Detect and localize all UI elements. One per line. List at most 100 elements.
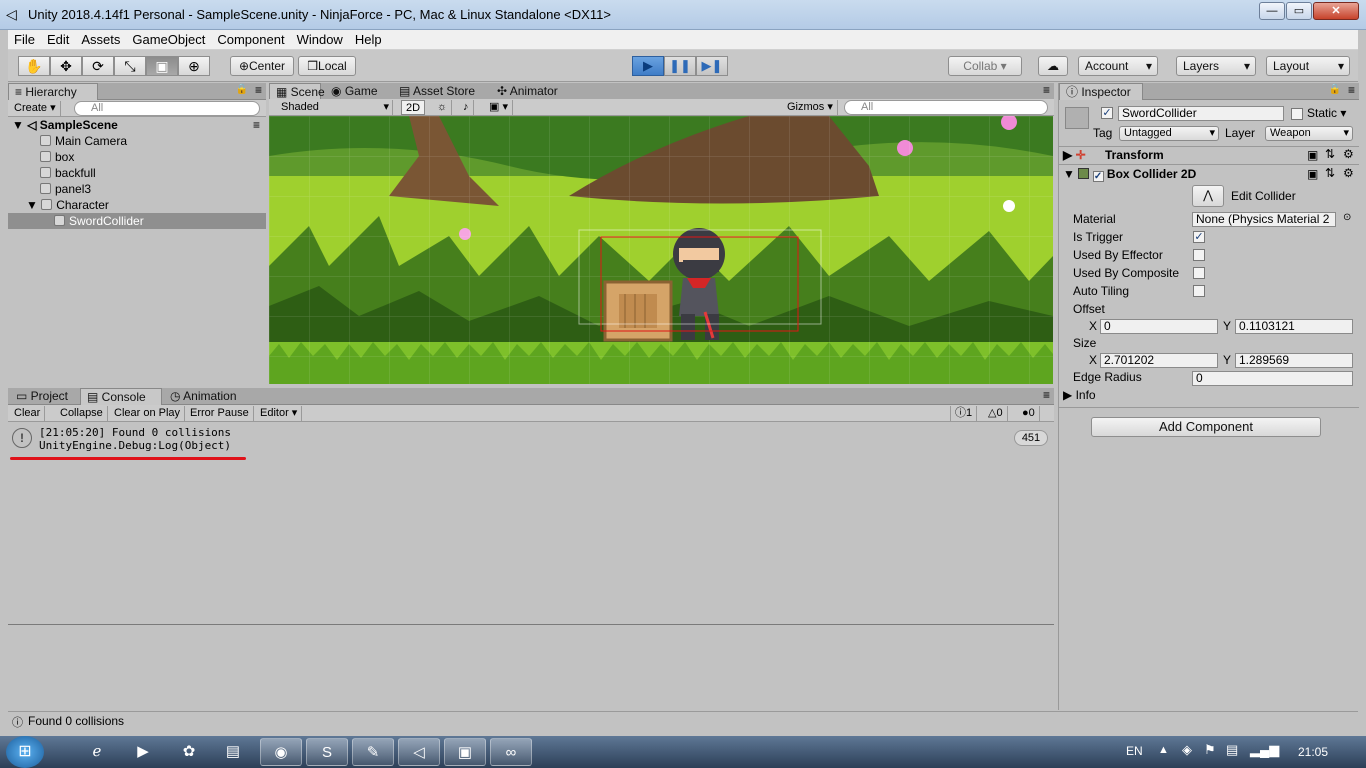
scene-view[interactable] bbox=[269, 116, 1053, 384]
material-field[interactable]: None (Physics Material 2 bbox=[1192, 212, 1336, 227]
console-splitter[interactable] bbox=[8, 624, 1054, 625]
used-by-composite-checkbox[interactable] bbox=[1193, 267, 1205, 279]
cloud-icon[interactable]: ☁ bbox=[1038, 56, 1068, 76]
collab-dropdown[interactable]: Collab ▾ bbox=[948, 56, 1022, 76]
hierarchy-item[interactable]: panel3 bbox=[8, 181, 266, 197]
editor-dropdown[interactable]: Editor ▾ bbox=[256, 406, 303, 421]
account-dropdown[interactable]: Account ▾ bbox=[1078, 56, 1158, 76]
app-icon[interactable]: ✿ bbox=[168, 738, 210, 766]
offset-y-field[interactable]: 0.1103121 bbox=[1235, 319, 1353, 334]
error-filter-toggle[interactable]: ●0 bbox=[1018, 406, 1040, 421]
console-log-entry[interactable]: ! [21:05:20] Found 0 collisions UnityEng… bbox=[8, 423, 1054, 457]
tab-animation[interactable]: ◷ Animation bbox=[164, 388, 243, 405]
status-bar[interactable]: ⓘ Found 0 collisions bbox=[8, 711, 1358, 729]
info-foldout[interactable]: ▶ Info bbox=[1063, 387, 1096, 404]
tab-console[interactable]: ▤ Console bbox=[80, 388, 162, 405]
layers-dropdown[interactable]: Layers ▾ bbox=[1176, 56, 1256, 76]
audio-toggle-icon[interactable]: ♪ bbox=[459, 100, 474, 115]
object-picker-icon[interactable]: ⊙ bbox=[1343, 212, 1351, 223]
network-icon[interactable]: ▤ bbox=[1226, 742, 1238, 758]
menu-file[interactable]: File bbox=[8, 30, 41, 49]
expand-arrow-icon[interactable]: ▼ bbox=[26, 198, 41, 212]
static-checkbox[interactable] bbox=[1291, 108, 1303, 120]
auto-tiling-checkbox[interactable] bbox=[1193, 285, 1205, 297]
expand-arrow-icon[interactable]: ▼ bbox=[12, 118, 27, 132]
tab-hierarchy[interactable]: ≡ Hierarchy bbox=[8, 83, 98, 100]
layer-dropdown[interactable]: Weapon ▾ bbox=[1265, 126, 1353, 141]
menu-assets[interactable]: Assets bbox=[75, 30, 126, 49]
notepad-icon[interactable]: ✎ bbox=[352, 738, 394, 766]
object-name-field[interactable]: SwordCollider bbox=[1118, 106, 1284, 121]
step-button[interactable]: ▶❚ bbox=[696, 56, 728, 76]
error-pause-button[interactable]: Error Pause bbox=[186, 406, 254, 421]
chrome-icon[interactable]: ◉ bbox=[260, 738, 302, 766]
tab-inspector[interactable]: ⓘ Inspector bbox=[1059, 83, 1143, 100]
flag-icon[interactable]: ⚑ bbox=[1204, 742, 1216, 758]
tab-animator[interactable]: ✣ Animator bbox=[491, 83, 564, 100]
hierarchy-item[interactable]: ▼ Character bbox=[8, 197, 266, 213]
hierarchy-item[interactable]: Main Camera bbox=[8, 133, 266, 149]
clear-on-play-button[interactable]: Clear on Play bbox=[110, 406, 186, 421]
media-player-icon[interactable]: ▶ bbox=[122, 738, 164, 766]
scene-menu-icon[interactable]: ≡ bbox=[253, 117, 260, 133]
enabled-checkbox[interactable]: ✓ bbox=[1092, 171, 1104, 182]
tab-game[interactable]: ◉ Game bbox=[325, 83, 384, 100]
used-by-effector-checkbox[interactable] bbox=[1193, 249, 1205, 261]
gear-icon[interactable]: ⚙ bbox=[1343, 147, 1354, 161]
tab-asset-store[interactable]: ▤ Asset Store bbox=[393, 83, 481, 100]
menu-gameobject[interactable]: GameObject bbox=[126, 30, 211, 49]
create-dropdown[interactable]: Create ▾ bbox=[10, 101, 61, 116]
offset-y-label[interactable]: Y bbox=[1223, 318, 1231, 335]
play-button[interactable]: ▶ bbox=[632, 56, 664, 76]
size-x-label[interactable]: X bbox=[1089, 352, 1097, 369]
shading-dropdown[interactable]: Shaded ▾ bbox=[277, 100, 393, 115]
tag-dropdown[interactable]: Untagged ▾ bbox=[1119, 126, 1219, 141]
info-filter-toggle[interactable]: ⓘ1 bbox=[950, 406, 978, 421]
box-collider-header[interactable]: ▼ ✓ Box Collider 2D bbox=[1063, 166, 1196, 183]
pivot-center-button[interactable]: ⊕Center bbox=[230, 56, 294, 76]
skype-icon[interactable]: S bbox=[306, 738, 348, 766]
is-trigger-checkbox[interactable]: ✓ bbox=[1193, 231, 1205, 243]
menu-component[interactable]: Component bbox=[211, 30, 290, 49]
menu-help[interactable]: Help bbox=[349, 30, 388, 49]
collapse-button[interactable]: Collapse bbox=[56, 406, 108, 421]
gear-icon[interactable]: ⚙ bbox=[1343, 166, 1354, 180]
clear-button[interactable]: Clear bbox=[10, 406, 46, 421]
transform-component-header[interactable]: ▶ ✛ Transform bbox=[1063, 147, 1164, 164]
ie-icon[interactable]: ℯ bbox=[76, 738, 118, 766]
tab-scene[interactable]: ▦ Scene bbox=[269, 83, 325, 100]
unity-taskbar-icon[interactable]: ◁ bbox=[398, 738, 440, 766]
hand-tool-icon[interactable]: ✋ bbox=[18, 56, 50, 76]
hierarchy-item[interactable]: backfull bbox=[8, 165, 266, 181]
effects-toggle-icon[interactable]: ▣ ▾ bbox=[485, 100, 513, 115]
edit-collider-button[interactable]: ⋀ bbox=[1192, 185, 1224, 207]
preset-icon[interactable]: ⇅ bbox=[1325, 166, 1335, 180]
offset-x-field[interactable]: 0 bbox=[1100, 319, 1218, 334]
move-tool-icon[interactable]: ✥ bbox=[50, 56, 82, 76]
panel-menu-icon[interactable]: ≡ bbox=[255, 83, 262, 97]
close-button[interactable]: ✕ bbox=[1313, 2, 1359, 20]
help-icon[interactable]: ▣ bbox=[1307, 167, 1318, 181]
monitor-icon[interactable]: ▣ bbox=[444, 738, 486, 766]
language-indicator[interactable]: EN bbox=[1126, 744, 1143, 758]
hierarchy-search-input[interactable]: All bbox=[74, 101, 260, 116]
lock-icon[interactable]: 🔒 bbox=[1329, 84, 1341, 95]
dropbox-icon[interactable]: ◈ bbox=[1182, 742, 1192, 758]
gizmos-dropdown[interactable]: Gizmos ▾ bbox=[783, 100, 838, 115]
menu-window[interactable]: Window bbox=[291, 30, 349, 49]
static-label[interactable]: Static ▾ bbox=[1307, 105, 1346, 122]
edge-radius-field[interactable]: 0 bbox=[1192, 371, 1353, 386]
explorer-icon[interactable]: ▤ bbox=[212, 738, 254, 766]
clock-time[interactable]: 21:05 bbox=[1298, 745, 1328, 759]
add-component-button[interactable]: Add Component bbox=[1091, 417, 1321, 437]
offset-x-label[interactable]: X bbox=[1089, 318, 1097, 335]
preset-icon[interactable]: ⇅ bbox=[1325, 147, 1335, 161]
warning-filter-toggle[interactable]: △0 bbox=[984, 406, 1008, 421]
signal-icon[interactable]: ▂▄▆ bbox=[1250, 742, 1279, 758]
tray-arrow-icon[interactable]: ▲ bbox=[1158, 744, 1169, 756]
active-checkbox[interactable]: ✓ bbox=[1101, 107, 1113, 119]
hierarchy-item-selected[interactable]: SwordCollider bbox=[8, 213, 266, 229]
help-icon[interactable]: ▣ bbox=[1307, 148, 1318, 162]
lock-icon[interactable]: 🔒 bbox=[236, 84, 248, 95]
start-button[interactable]: ⊞ bbox=[6, 736, 44, 768]
